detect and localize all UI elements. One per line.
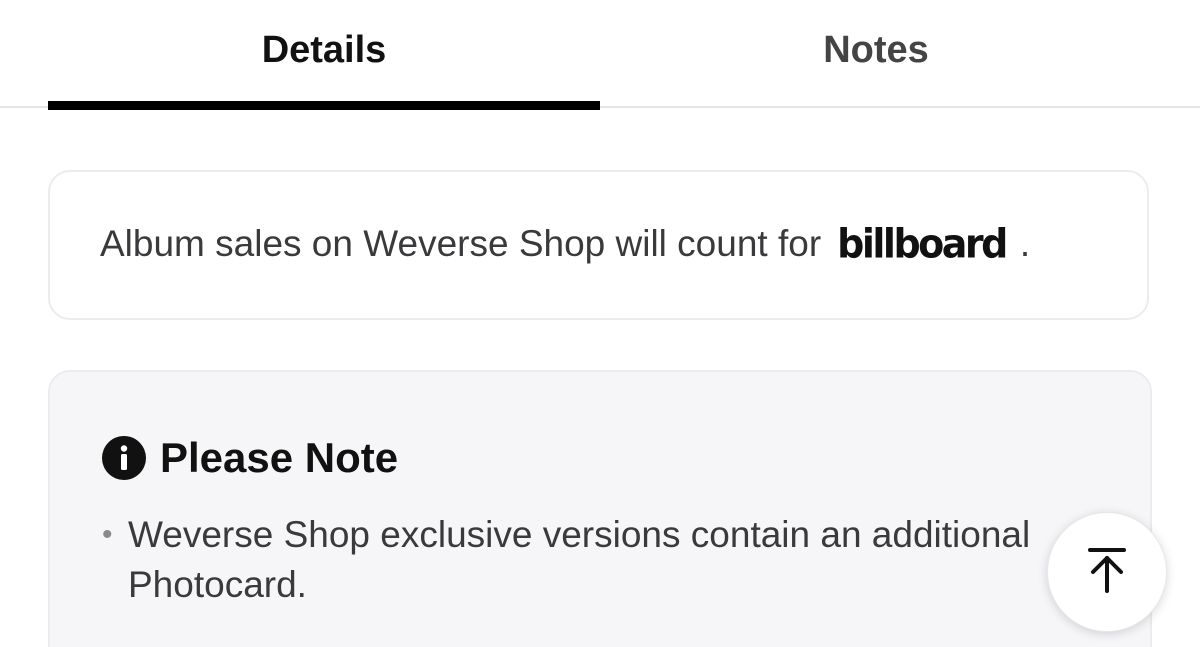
tab-details[interactable]: Details [48,0,600,100]
page: Details Notes Album sales on Weverse Sho… [0,0,1200,647]
billboard-notice: Album sales on Weverse Shop will count f… [100,220,1031,268]
please-note-card: Please Note • Weverse Shop exclusive ver… [48,370,1152,647]
billboard-notice-text: Album sales on Weverse Shop will count f… [100,223,822,264]
billboard-notice-card: Album sales on Weverse Shop will count f… [48,170,1149,320]
info-icon [102,436,146,480]
bullet-icon: • [102,518,113,551]
billboard-notice-suffix: . [1019,223,1031,264]
tab-notes[interactable]: Notes [600,0,1152,100]
note-title: Please Note [160,434,399,481]
arrow-up-to-top-icon [1085,546,1129,599]
tab-details-label: Details [261,28,387,71]
note-list: • Weverse Shop exclusive versions contai… [102,510,1112,610]
active-tab-indicator [48,101,600,110]
tab-bar: Details Notes [0,0,1200,110]
tab-notes-label: Notes [823,28,929,71]
list-item: • Weverse Shop exclusive versions contai… [102,510,1112,610]
note-header: Please Note [102,434,398,482]
billboard-logo: billboard [837,220,1008,268]
scroll-to-top-button[interactable] [1047,512,1167,632]
note-item-text: Weverse Shop exclusive versions contain … [128,514,1031,605]
